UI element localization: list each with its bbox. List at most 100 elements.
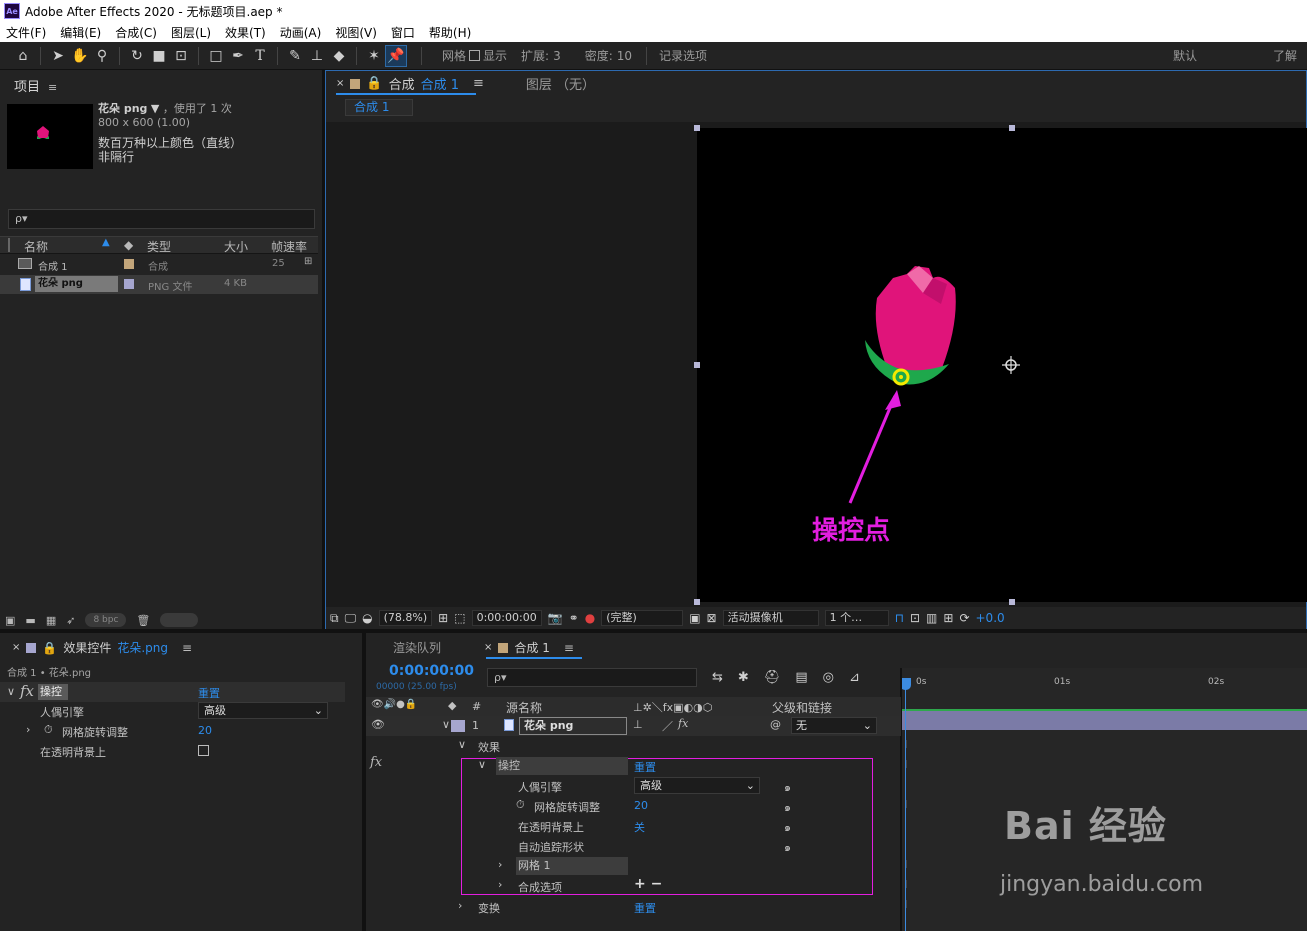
puppet-effect-name[interactable]: 操控 xyxy=(496,757,628,775)
draft-3d-icon[interactable]: ✱ xyxy=(738,670,749,685)
timeline-search-input[interactable]: ρ▾ xyxy=(487,668,697,687)
camera-dropdown[interactable]: 活动摄像机 xyxy=(722,610,819,626)
timeline-comp-tab[interactable]: 合成 1 xyxy=(514,639,549,656)
playhead-line[interactable] xyxy=(905,678,906,931)
pick-whip-icon[interactable]: @ xyxy=(770,718,781,731)
clone-stamp-tool-icon[interactable]: ⊥ xyxy=(306,45,328,67)
menu-layer[interactable]: 图层(L) xyxy=(171,24,211,41)
camera-tool-icon[interactable]: ■ xyxy=(148,45,170,67)
puppet-engine-dropdown[interactable]: 高级 ⌄ xyxy=(198,702,328,719)
time-ruler[interactable]: 0s 01s 02s xyxy=(902,668,1307,690)
hand-tool-icon[interactable]: ✋ xyxy=(69,45,91,67)
new-composition-icon[interactable]: ▦ xyxy=(46,614,56,627)
puppet-effect-row[interactable]: ∨ 操控 重置 xyxy=(366,756,901,776)
mesh-prop-row[interactable]: › 网格 1 xyxy=(366,856,901,876)
motion-blur-icon[interactable]: ◎ xyxy=(823,670,834,685)
expand-chevron-icon[interactable]: › xyxy=(458,899,462,912)
bit-depth-button[interactable]: 8 bpc xyxy=(85,613,127,627)
column-fps[interactable]: 帧速率 xyxy=(271,238,307,255)
density-value[interactable]: 10 xyxy=(617,49,632,63)
quality-switch-icon[interactable]: ／ xyxy=(662,718,673,734)
panel-menu-icon[interactable]: ≡ xyxy=(564,641,574,655)
menu-view[interactable]: 视图(V) xyxy=(335,24,377,41)
current-time[interactable]: 0:00:00:00 xyxy=(471,610,542,626)
label-swatch[interactable] xyxy=(124,279,134,289)
transparent-bg-checkbox[interactable] xyxy=(198,745,209,756)
expression-spiral-icon[interactable]: ๑ xyxy=(784,778,791,796)
grid-icon[interactable]: ⊞ xyxy=(438,611,448,625)
panel-menu-icon[interactable]: ≡ xyxy=(473,76,484,91)
adjust-icon[interactable]: ➶ xyxy=(66,614,75,627)
on-transparent-value[interactable]: 关 xyxy=(634,819,645,835)
reset-exposure-icon[interactable]: ⟳ xyxy=(959,611,969,625)
interpret-footage-icon[interactable]: ▣ xyxy=(5,614,15,627)
pan-behind-tool-icon[interactable]: ⊡ xyxy=(170,45,192,67)
reset-link[interactable]: 重置 xyxy=(634,759,656,775)
snapshot-icon[interactable]: 📷 xyxy=(548,611,563,625)
puppet-engine-dropdown[interactable]: 高级 ⌄ xyxy=(634,777,760,794)
collapse-chevron-icon[interactable]: ∨ xyxy=(7,685,15,698)
menu-edit[interactable]: 编辑(E) xyxy=(60,24,101,41)
menu-window[interactable]: 窗口 xyxy=(391,24,415,41)
record-options-link[interactable]: 记录选项 xyxy=(659,47,707,64)
column-size[interactable]: 大小 xyxy=(224,238,248,255)
menu-animation[interactable]: 动画(A) xyxy=(280,24,322,41)
close-icon[interactable]: × xyxy=(336,78,344,89)
reset-link[interactable]: 重置 xyxy=(634,900,656,916)
text-tool-icon[interactable]: T xyxy=(249,45,271,67)
project-item-comp[interactable]: 合成 1 合成 25 ⊞ xyxy=(0,255,318,274)
transparency-grid-icon[interactable]: ▣ xyxy=(689,611,700,625)
composite-options-row[interactable]: › 合成选项 + − xyxy=(366,876,901,896)
expand-chevron-icon[interactable]: › xyxy=(498,858,502,871)
home-icon[interactable]: ⌂ xyxy=(12,45,34,67)
project-search-input[interactable]: ρ▾ xyxy=(8,209,315,229)
menu-help[interactable]: 帮助(H) xyxy=(429,24,471,41)
expand-chevron-icon[interactable]: › xyxy=(26,723,30,736)
layer-name[interactable]: 花朵 png xyxy=(519,717,627,735)
label-tag-icon[interactable]: ◆ xyxy=(124,238,133,252)
item-name[interactable]: 花朵 png xyxy=(35,276,118,292)
resolution-dropdown[interactable]: (完整) xyxy=(601,610,684,626)
menu-composition[interactable]: 合成(C) xyxy=(115,24,157,41)
composition-tab[interactable]: 合成 1 xyxy=(421,74,459,93)
lock-icon[interactable]: 🔒 xyxy=(42,641,57,655)
brush-tool-icon[interactable]: ✎ xyxy=(284,45,306,67)
scroll-pill[interactable] xyxy=(160,613,199,627)
label-swatch[interactable] xyxy=(451,720,465,732)
expression-spiral-icon[interactable]: ๑ xyxy=(784,838,791,856)
roto-brush-tool-icon[interactable]: ✶ xyxy=(363,45,385,67)
toggle-view-icon[interactable]: ⧉ xyxy=(330,611,339,626)
expression-spiral-icon[interactable]: ๑ xyxy=(784,798,791,816)
stopwatch-icon[interactable]: ⏱ xyxy=(516,798,525,812)
zoom-dropdown[interactable]: (78.8%) xyxy=(378,610,433,626)
work-area-bar[interactable] xyxy=(902,709,1307,711)
rotate-tool-icon[interactable]: ↻ xyxy=(126,45,148,67)
show-snapshot-icon[interactable]: ⚭ xyxy=(569,611,579,625)
mesh-rotation-value[interactable]: 20 xyxy=(634,799,648,812)
collapse-chevron-icon[interactable]: ∨ xyxy=(458,738,466,751)
effects-switch-icon[interactable]: fx xyxy=(678,717,688,730)
reset-link[interactable]: 重置 xyxy=(198,685,220,701)
panel-menu-icon[interactable]: ≡ xyxy=(48,81,57,94)
composition-breadcrumb[interactable]: 合成 1 xyxy=(345,99,413,116)
pen-tool-icon[interactable]: ✒ xyxy=(227,45,249,67)
show-grid-checkbox[interactable] xyxy=(469,50,481,61)
effect-header-row[interactable]: ∨ fx 操控 重置 xyxy=(0,682,345,702)
mesh-label[interactable]: 网格 1 xyxy=(516,857,628,875)
project-item-png[interactable]: 花朵 png PNG 文件 4 KB xyxy=(0,275,318,294)
rectangle-tool-icon[interactable]: □ xyxy=(205,45,227,67)
layer-row[interactable]: 👁 ∨ 1 花朵 png ⊥ ／ fx @ 无 ⌄ xyxy=(366,716,901,736)
layer-tab[interactable]: 图层 （无） xyxy=(526,74,595,93)
lock-icon[interactable]: 🔒 xyxy=(366,76,382,91)
effect-controls-tab[interactable]: 效果控件 xyxy=(63,639,111,656)
close-icon[interactable]: × xyxy=(12,642,20,653)
comp-mini-flowchart-icon[interactable]: ⇆ xyxy=(712,670,723,685)
menu-file[interactable]: 文件(F) xyxy=(6,24,46,41)
flowchart-icon[interactable]: ⊞ xyxy=(943,611,953,625)
menu-effect[interactable]: 效果(T) xyxy=(225,24,266,41)
workspace-learn[interactable]: 了解 xyxy=(1273,47,1297,64)
fx-icon[interactable]: fx xyxy=(20,682,34,700)
expand-value[interactable]: 3 xyxy=(553,49,561,63)
add-remove-icon[interactable]: + − xyxy=(634,876,662,892)
chevron-down-icon[interactable]: ▼ xyxy=(151,102,159,115)
